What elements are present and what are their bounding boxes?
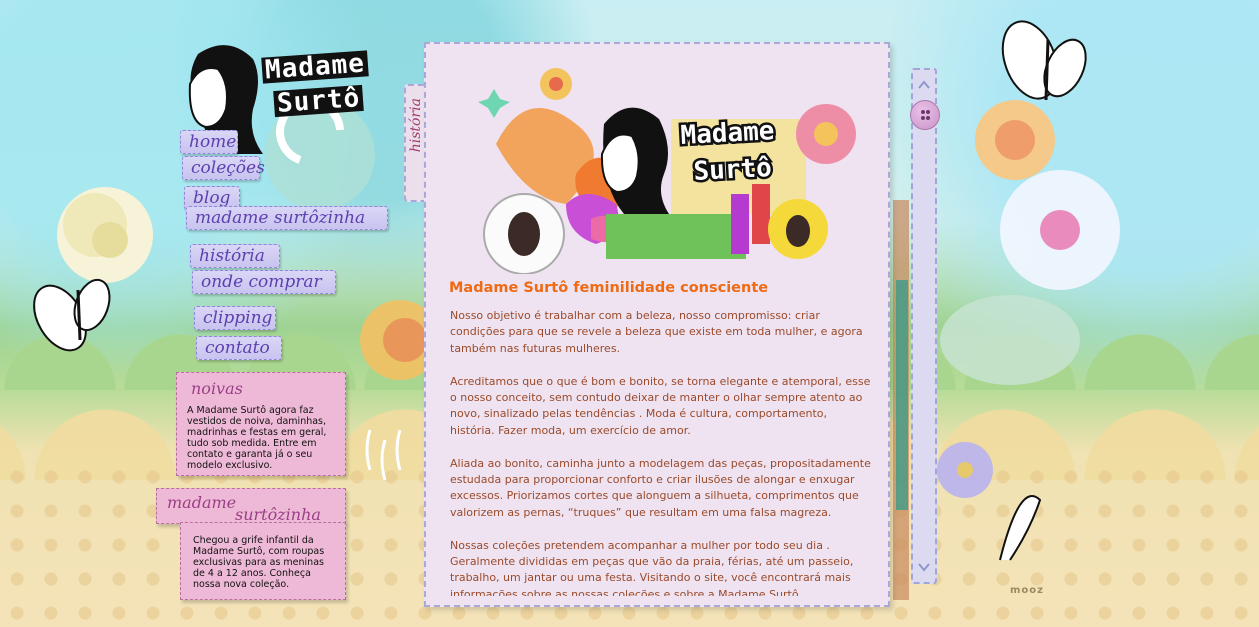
button-holes-icon (921, 110, 930, 120)
nav-item-colecoes[interactable]: coleções (182, 156, 265, 180)
article-paragraph: Nosso objetivo é trabalhar com a beleza,… (450, 309, 863, 355)
kids-card-title-1: madame (167, 493, 237, 512)
nav-item-home[interactable]: home (180, 130, 238, 154)
nav-item-madame-surtozinha[interactable]: madame surtôzinha (186, 206, 388, 230)
logo-line-2: Surtô (273, 83, 365, 119)
logo-line-1: Madame (261, 49, 369, 85)
kids-card-header[interactable]: madame surtôzinha (156, 488, 346, 524)
content-scrollbar[interactable] (911, 68, 937, 584)
noivas-card-title: noivas (191, 379, 243, 398)
article-paragraph: Acreditamos que o que é bom e bonito, se… (450, 374, 871, 437)
star-icon (478, 89, 510, 118)
butterfly-left (33, 278, 111, 352)
nav-item-historia[interactable]: história (190, 244, 280, 268)
rose-left (57, 187, 153, 283)
footer-credit[interactable]: mooz (1010, 585, 1044, 596)
kids-card[interactable]: Chegou a grife infantil da Madame Surtô,… (180, 522, 346, 600)
butterfly-right (1001, 20, 1087, 101)
scroll-arrows (918, 80, 930, 572)
scroll-up-icon[interactable] (918, 80, 930, 89)
kids-card-text: Chegou a grife infantil da Madame Surtô,… (193, 535, 325, 590)
scroll-down-icon[interactable] (918, 563, 930, 572)
banner-logo-line-2: Surtô (693, 153, 773, 187)
nav-item-contato[interactable]: contato (196, 336, 282, 360)
noivas-card-text: A Madame Surtô agora faz vestidos de noi… (187, 405, 327, 471)
scroll-thumb[interactable] (910, 100, 940, 130)
section-tab-label: história (408, 98, 424, 153)
banner-image: Madame Surtô (478, 68, 856, 274)
banner-logo-line-1: Madame (680, 116, 775, 151)
article-paragraph: Aliada ao bonito, caminha junto a modela… (450, 456, 871, 519)
nav-item-onde-comprar[interactable]: onde comprar (192, 270, 336, 294)
article-body: Nosso objetivo é trabalhar com a beleza,… (450, 308, 875, 596)
article-paragraph: Nossas coleções pretendem acompanhar a m… (450, 538, 854, 596)
nav-item-clipping[interactable]: clipping (194, 306, 276, 330)
noivas-card[interactable]: noivas A Madame Surtô agora faz vestidos… (176, 372, 346, 476)
article-title: Madame Surtô feminilidade consciente (449, 280, 769, 296)
